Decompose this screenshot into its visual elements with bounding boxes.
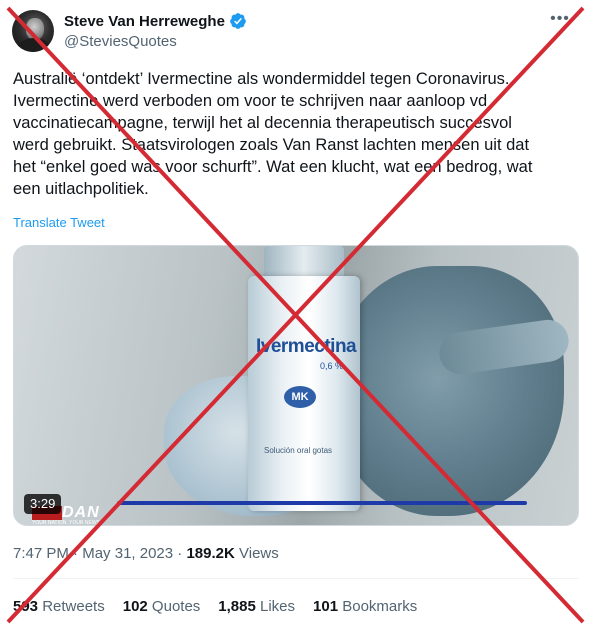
engagement-stats: 593 Retweets 102 Quotes 1,885 Likes 101 … [13,598,417,615]
tweet-text: Australië ‘ontdekt’ Ivermectine als wond… [13,68,579,200]
author-name-row: Steve Van Herreweghe [64,12,247,30]
tweet-text-line: Australië ‘ontdekt’ Ivermectine als wond… [13,70,510,88]
meta-separator: · [173,545,187,562]
more-options-button[interactable]: ••• [545,10,575,32]
author-display-name[interactable]: Steve Van Herreweghe [64,13,225,30]
tweet-text-line: Ivermectine werd verboden om voor te sch… [13,92,488,110]
tweet-time[interactable]: 7:47 PM [13,545,69,562]
retweets-label: Retweets [38,598,105,615]
bottle-logo: MK [284,386,316,408]
author-handle[interactable]: @SteviesQuotes [64,33,177,50]
quotes-count: 102 [122,598,148,615]
likes-stat[interactable]: 1,885 Likes [218,598,295,615]
avatar[interactable] [12,10,54,52]
bookmarks-stat[interactable]: 101 Bookmarks [313,598,417,615]
gloved-hand-right [334,266,564,516]
tweet-text-line: werd gebruikt. Staatsvirologen zoals Van… [13,136,530,154]
bottle-concentration: 0,6 % [320,361,344,371]
tweet-text-line: het “enkel goed was voor schurft”. Wat e… [13,158,533,176]
likes-label: Likes [255,598,296,615]
tweet-meta: 7:47 PM · May 31, 2023 · 189.2K Views [13,545,279,562]
tweet-text-line: vaccinatiecampagne, terwijl het al decen… [13,114,512,132]
brand-tagline: YOUR NATION. YOUR NEWS. [32,520,102,526]
tweet-date[interactable]: May 31, 2023 [82,545,173,562]
video-progress-bar[interactable] [117,501,527,505]
quotes-label: Quotes [147,598,201,615]
retweets-stat[interactable]: 593 Retweets [13,598,105,615]
tweet-text-line: een uitlachpolitiek. [13,180,149,198]
meta-separator: · [68,545,83,562]
views-count: 189.2K [186,545,235,562]
quotes-stat[interactable]: 102 Quotes [123,598,201,615]
likes-count: 1,885 [218,598,256,615]
retweets-count: 593 [13,598,39,615]
tweet-card: Steve Van Herreweghe @SteviesQuotes ••• … [0,0,589,628]
more-icon: ••• [550,10,570,27]
bookmarks-count: 101 [313,598,339,615]
verified-badge-icon [230,13,246,29]
bottle-subtext: Solución oral gotas [264,446,333,455]
video-player[interactable]: Ivermectina 0,6 % MK Solución oral gotas… [13,245,579,526]
bottle-cap [264,246,344,280]
views-label: Views [234,545,279,562]
translate-tweet-link[interactable]: Translate Tweet [13,215,105,230]
bookmarks-label: Bookmarks [338,598,418,615]
bottle-product-name: Ivermectina [256,336,357,357]
video-duration-badge: 3:29 [24,494,62,514]
divider [13,578,579,579]
tweet-header: Steve Van Herreweghe @SteviesQuotes ••• [12,10,577,54]
